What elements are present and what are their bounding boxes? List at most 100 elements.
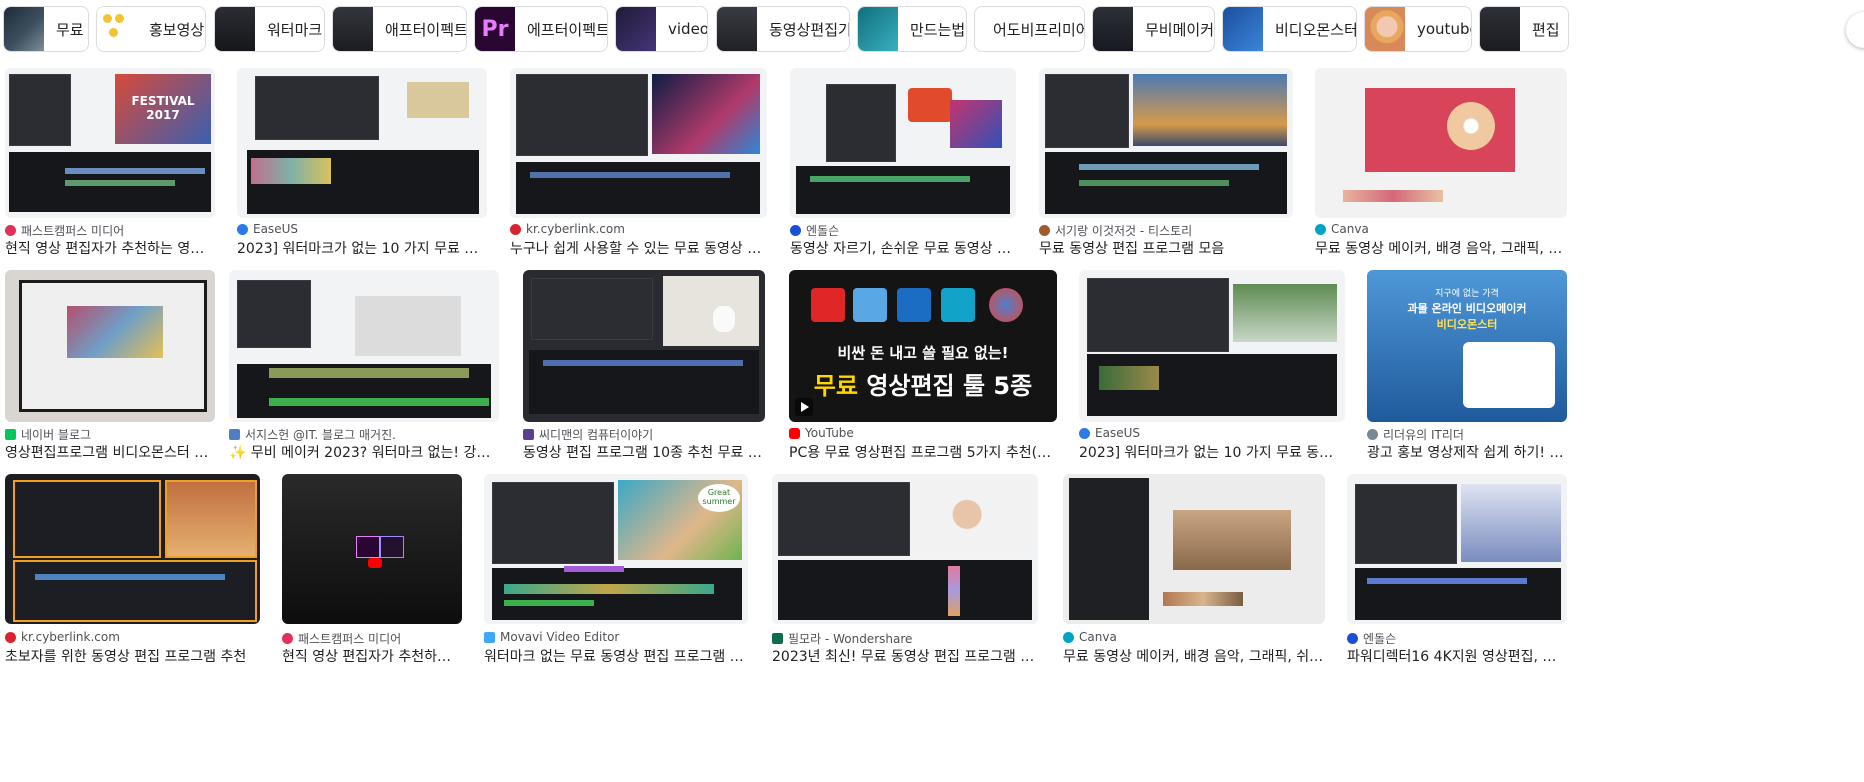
image-result[interactable]: kr.cyberlink.com 초보자를 위한 동영상 편집 프로그램 추천 (5, 474, 260, 666)
chip-label: 에프터이펙트 (527, 20, 608, 39)
result-title[interactable]: 파워디렉터16 4K지원 영상편집, 보다 좋... (1347, 646, 1567, 666)
result-title[interactable]: 광고 홍보 영상제작 쉽게 하기! 비디... (1367, 442, 1567, 462)
image-result[interactable]: Great summer Movavi Video Editor 워터마크 없는… (484, 474, 748, 666)
image-result[interactable]: Canva 무료 동영상 메이커, 배경 음악, 그래픽, 쉬운 ... (1315, 68, 1567, 258)
result-source[interactable]: 엔돌슨 (1347, 630, 1396, 647)
image-result[interactable]: 엔돌슨 동영상 자르기, 손쉬운 무료 동영상 편집 ... (790, 68, 1016, 258)
chip-thumbnail (215, 7, 255, 51)
image-result[interactable]: 패스트캠퍼스 미디어 현직 영상 편집자가 추천하는 영... (282, 474, 462, 666)
result-source[interactable]: 서지스헌 @IT. 블로그 매거진. (229, 426, 396, 443)
image-result[interactable]: 지구에 없는 가격 과몰 온라인 비디오메이커 비디오몬스터 리더유의 IT리더… (1367, 270, 1567, 462)
play-icon (795, 398, 813, 416)
image-result[interactable]: 서기랑 이것저것 - 티스토리 무료 동영상 편집 프로그램 모음 (1039, 68, 1293, 258)
site-favicon-icon (790, 225, 801, 236)
site-favicon-icon (282, 633, 293, 644)
result-title[interactable]: 현직 영상 편집자가 추천하는 영... (282, 646, 462, 666)
result-thumbnail (5, 474, 260, 624)
chip-video-editor[interactable]: 동영상편집기 (716, 6, 850, 52)
image-result[interactable]: kr.cyberlink.com 누구나 쉽게 사용할 수 있는 무료 동영상 … (510, 68, 767, 258)
chip-youtube[interactable]: youtube (1364, 6, 1472, 52)
result-thumbnail (790, 68, 1016, 218)
chip-video-monster[interactable]: 비디오몬스터 (1222, 6, 1357, 52)
result-source[interactable]: EaseUS (1079, 426, 1140, 440)
image-result[interactable]: EaseUS 2023] 워터마크가 없는 10 가지 무료 동영상 ... (237, 68, 487, 258)
chip-watermark[interactable]: 워터마크 (214, 6, 325, 52)
result-source[interactable]: 서기랑 이것저것 - 티스토리 (1039, 222, 1192, 239)
image-result[interactable]: 서지스헌 @IT. 블로그 매거진. ✨ 무비 메이커 2023? 워터마크 없… (229, 270, 499, 462)
result-thumbnail (229, 270, 499, 422)
site-favicon-icon (1367, 429, 1378, 440)
result-title[interactable]: 동영상 자르기, 손쉬운 무료 동영상 편집 ... (790, 238, 1016, 258)
result-thumbnail: Great summer (484, 474, 748, 624)
result-title[interactable]: 2023] 워터마크가 없는 10 가지 무료 동영상 편... (1079, 442, 1345, 462)
image-result[interactable]: 필모라 - Wondershare 2023년 최신! 무료 동영상 편집 프로… (772, 474, 1038, 666)
result-source[interactable]: 리더유의 IT리더 (1367, 426, 1464, 443)
image-result[interactable]: 비싼 돈 내고 쓸 필요 없는! 무료 영상편집 툴 5종 YouTube PC… (789, 270, 1057, 462)
result-thumbnail (1063, 474, 1325, 624)
site-favicon-icon (229, 429, 240, 440)
result-title[interactable]: 누구나 쉽게 사용할 수 있는 무료 동영상 편집 ... (510, 238, 767, 258)
chip-thumbnail (97, 7, 137, 51)
chip-after-effects-alt[interactable]: Pr 에프터이펙트 (474, 6, 608, 52)
result-source[interactable]: Movavi Video Editor (484, 630, 619, 644)
result-source[interactable]: 필모라 - Wondershare (772, 630, 912, 647)
result-source[interactable]: 패스트캠퍼스 미디어 (5, 222, 124, 239)
result-source[interactable]: EaseUS (237, 222, 298, 236)
site-favicon-icon (772, 633, 783, 644)
result-source[interactable]: Canva (1315, 222, 1369, 236)
result-title[interactable]: ✨ 무비 메이커 2023? 워터마크 없는! 강력한 '무... (229, 442, 499, 462)
chip-free[interactable]: 무료 (3, 6, 89, 52)
result-title[interactable]: 2023년 최신! 무료 동영상 편집 프로그램 Top10 (772, 646, 1038, 666)
result-source[interactable]: 엔돌슨 (790, 222, 839, 239)
chip-thumbnail (4, 7, 44, 51)
result-source[interactable]: kr.cyberlink.com (510, 222, 625, 236)
result-source[interactable]: kr.cyberlink.com (5, 630, 120, 644)
result-source[interactable]: 씨디맨의 컴퓨터이야기 (523, 426, 653, 443)
chip-adobe-premiere[interactable]: 어도비프리미어 (974, 6, 1085, 52)
result-title[interactable]: 워터마크 없는 무료 동영상 편집 프로그램 추천 ... (484, 646, 748, 666)
overlay-text: 비싼 돈 내고 쓸 필요 없는! (837, 344, 1009, 362)
result-title[interactable]: 현직 영상 편집자가 추천하는 영상 제... (5, 238, 215, 258)
chip-how-to-make[interactable]: 만드는법 (857, 6, 967, 52)
chip-thumbnail (333, 7, 373, 51)
chip-video[interactable]: video (615, 6, 708, 52)
result-source[interactable]: 패스트캠퍼스 미디어 (282, 630, 401, 647)
image-result[interactable]: 씨디맨의 컴퓨터이야기 동영상 편집 프로그램 10종 추천 무료 유료 ... (523, 270, 765, 462)
result-title[interactable]: 무료 동영상 메이커, 배경 음악, 그래픽, 쉬운 ... (1315, 238, 1567, 258)
chip-promo-video[interactable]: 홍보영상 (96, 6, 206, 52)
site-favicon-icon (1347, 633, 1358, 644)
result-title[interactable]: 무료 동영상 편집 프로그램 모음 (1039, 238, 1293, 258)
image-result[interactable]: Canva 무료 동영상 메이커, 배경 음악, 그래픽, 쉬운 편... (1063, 474, 1325, 666)
image-result[interactable]: 네이버 블로그 영상편집프로그램 비디오몬스터 광... (5, 270, 215, 462)
result-source[interactable]: YouTube (789, 426, 854, 440)
image-result[interactable]: EaseUS 2023] 워터마크가 없는 10 가지 무료 동영상 편... (1079, 270, 1345, 462)
site-favicon-icon (1039, 225, 1050, 236)
image-result[interactable]: FESTIVAL 2017 패스트캠퍼스 미디어 현직 영상 편집자가 추천하는… (5, 68, 215, 258)
chip-edit[interactable]: 편집 (1479, 6, 1569, 52)
result-title[interactable]: PC용 무료 영상편집 프로그램 5가지 추천(난이... (789, 442, 1057, 462)
chip-label: 동영상편집기 (769, 20, 850, 39)
result-title[interactable]: 동영상 편집 프로그램 10종 추천 무료 유료 ... (523, 442, 765, 462)
result-title[interactable]: 영상편집프로그램 비디오몬스터 광... (5, 442, 215, 462)
chip-thumbnail (1480, 7, 1520, 51)
chip-label: 애프터이펙트 (385, 20, 467, 39)
chip-label: youtube (1417, 20, 1471, 38)
result-title[interactable]: 초보자를 위한 동영상 편집 프로그램 추천 (5, 646, 260, 666)
result-title[interactable]: 무료 동영상 메이커, 배경 음악, 그래픽, 쉬운 편... (1063, 646, 1325, 666)
result-thumbnail (237, 68, 487, 218)
result-thumbnail (1315, 68, 1567, 218)
image-result[interactable]: 엔돌슨 파워디렉터16 4K지원 영상편집, 보다 좋... (1347, 474, 1567, 666)
chip-thumbnail (717, 7, 757, 51)
site-favicon-icon (523, 429, 534, 440)
result-source[interactable]: 네이버 블로그 (5, 426, 91, 443)
site-favicon-icon (510, 223, 521, 235)
result-thumbnail (510, 68, 767, 218)
chip-label: 비디오몬스터 (1275, 20, 1357, 39)
result-title[interactable]: 2023] 워터마크가 없는 10 가지 무료 동영상 ... (237, 238, 487, 258)
result-thumbnail (282, 474, 462, 624)
chip-after-effects[interactable]: 애프터이펙트 (332, 6, 467, 52)
chip-movie-maker[interactable]: 무비메이커 (1092, 6, 1215, 52)
result-source[interactable]: Canva (1063, 630, 1117, 644)
site-favicon-icon (484, 631, 495, 643)
chip-label: 워터마크 (267, 20, 323, 39)
